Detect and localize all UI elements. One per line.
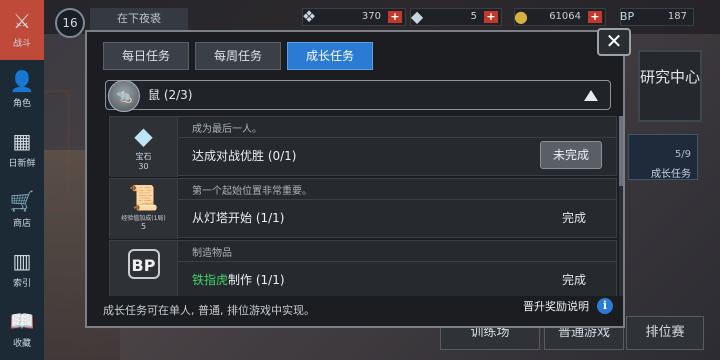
- character-dropdown[interactable]: 🐀 鼠 (2/3): [105, 80, 611, 112]
- reward-cell: ◆ 宝石 30: [110, 117, 178, 177]
- item-name-highlight: 铁指虎: [192, 273, 229, 287]
- bp-icon: BP: [127, 249, 160, 279]
- reward-name: 经验值加成(1局): [121, 215, 166, 222]
- resource-value: 61064: [549, 11, 581, 22]
- reward-name: 宝石: [135, 152, 152, 161]
- scroll-icon: 📜: [128, 184, 159, 212]
- footer-note: 成长任务可在单人, 普通, 排位游戏中实现。: [103, 304, 315, 317]
- task-row: 📜 经验值加成(1局) 5 第一个起始位置非常重要。 从灯塔开始 (1/1) 完…: [109, 178, 617, 239]
- triangle-up-icon: [584, 90, 598, 101]
- nav-item-calendar[interactable]: ▦ 日新鲜: [0, 120, 44, 180]
- task-description: 第一个起始位置非常重要。: [192, 186, 312, 197]
- calendar-icon: ▦: [12, 129, 32, 153]
- dropdown-label: 鼠 (2/3): [148, 88, 193, 102]
- resource-value: 370: [361, 11, 381, 22]
- close-button[interactable]: ✕: [597, 28, 631, 56]
- resource-value: 187: [667, 11, 687, 22]
- ranked-button[interactable]: 排位赛: [626, 316, 704, 350]
- list-scrollbar[interactable]: [619, 116, 623, 296]
- scrollbar-thumb[interactable]: [619, 116, 623, 186]
- task-modal: 每日任务 每周任务 成长任务 🐀 鼠 (2/3) ◆ 宝石 30 成为最后一人。…: [85, 30, 625, 328]
- cart-icon: 🛒: [9, 189, 35, 213]
- resource-feather: ❖ 370 +: [302, 7, 406, 26]
- book-icon: ◆: [410, 7, 424, 26]
- research-center-button[interactable]: 研究中心: [638, 50, 702, 122]
- open-book-icon: 📖: [9, 309, 35, 333]
- rat-avatar: 🐀: [108, 80, 140, 112]
- growth-label: 成长任务: [651, 169, 691, 180]
- resource-value: 5: [470, 11, 477, 22]
- resource-book: ◆ 5 +: [410, 7, 502, 26]
- reward-qty: 30: [138, 162, 149, 171]
- coin-icon: ●: [514, 7, 528, 26]
- reward-cell: 📜 经验值加成(1局) 5: [110, 179, 178, 239]
- nav-item-collection[interactable]: 📖 收藏: [0, 300, 44, 360]
- task-title: 达成对战优胜 (0/1): [192, 149, 297, 163]
- reward-qty: 5: [140, 222, 147, 231]
- crossed-swords-icon: ⚔: [13, 9, 31, 33]
- info-icon[interactable]: i: [597, 298, 613, 314]
- nav-item-label: 收藏: [12, 339, 31, 349]
- nav-item-index[interactable]: ▥ 索引: [0, 240, 44, 300]
- reward-cell: BP: [110, 241, 178, 296]
- resource-coin: ● 61064 +: [514, 7, 606, 26]
- nav-item-label: 索引: [12, 279, 31, 289]
- promotion-reward-link[interactable]: 晋升奖励说明: [523, 298, 589, 314]
- row-divider: [178, 199, 616, 200]
- nav-item-label: 商店: [12, 219, 31, 229]
- feather-icon: ❖: [301, 7, 317, 26]
- row-divider: [178, 261, 616, 262]
- bp-icon: BP: [619, 10, 635, 23]
- tab-daily[interactable]: 每日任务: [103, 42, 189, 70]
- growth-count: 5/9: [674, 149, 691, 160]
- task-status: 完成: [561, 211, 586, 225]
- nav-item-shop[interactable]: 🛒 商店: [0, 180, 44, 240]
- nav-item-label: 角色: [12, 99, 31, 109]
- task-description: 制造物品: [192, 248, 232, 259]
- resource-bp: BP 187: [620, 8, 694, 26]
- nav-item-label: 战斗: [12, 39, 31, 49]
- task-list: ◆ 宝石 30 成为最后一人。 达成对战优胜 (0/1) 未完成 📜 经验值加成…: [109, 116, 617, 296]
- nav-item-label: 日新鲜: [8, 159, 36, 169]
- level-badge: 16: [55, 8, 85, 38]
- task-title-rest: 制作 (1/1): [228, 273, 285, 287]
- player-name[interactable]: 在下夜裘: [90, 8, 188, 30]
- nav-item-character[interactable]: 👤 角色: [0, 60, 44, 120]
- tab-growth[interactable]: 成长任务: [287, 42, 373, 70]
- left-navigation: ⚔ 战斗 👤 角色 ▦ 日新鲜 🛒 商店 ▥ 索引 📖 收藏: [0, 0, 44, 360]
- row-divider: [178, 137, 616, 138]
- add-coin-button[interactable]: +: [588, 11, 602, 23]
- task-description: 成为最后一人。: [192, 124, 262, 135]
- tab-weekly[interactable]: 每周任务: [195, 42, 281, 70]
- person-icon: 👤: [9, 69, 35, 93]
- growth-tasks-side-button[interactable]: 5/9 成长任务: [628, 134, 698, 180]
- task-title: 从灯塔开始 (1/1): [192, 211, 285, 225]
- task-row: BP 制造物品 铁指虎制作 (1/1) 完成: [109, 240, 617, 296]
- gem-icon: ◆: [134, 122, 153, 150]
- task-title: 铁指虎制作 (1/1): [192, 271, 285, 288]
- incomplete-button[interactable]: 未完成: [540, 141, 602, 169]
- task-row: ◆ 宝石 30 成为最后一人。 达成对战优胜 (0/1) 未完成: [109, 116, 617, 177]
- add-book-button[interactable]: +: [484, 11, 498, 23]
- add-feather-button[interactable]: +: [388, 11, 402, 23]
- books-icon: ▥: [12, 249, 32, 273]
- task-status: 完成: [561, 273, 586, 287]
- nav-item-battle[interactable]: ⚔ 战斗: [0, 0, 44, 60]
